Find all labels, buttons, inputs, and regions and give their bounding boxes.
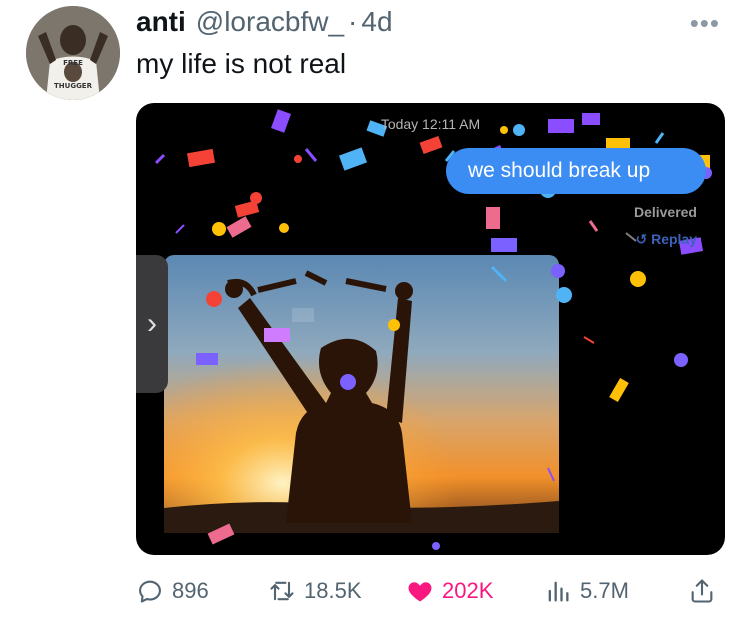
reply-icon <box>139 580 161 603</box>
avatar[interactable]: FREE THUGGER <box>26 6 120 100</box>
separator-dot: · <box>348 6 358 37</box>
timestamp[interactable]: 4d <box>361 6 392 38</box>
reply-button[interactable]: 896 <box>136 571 209 611</box>
display-name[interactable]: anti <box>136 6 186 38</box>
avatar-image: FREE THUGGER <box>26 6 120 100</box>
views-count: 5.7M <box>580 578 629 603</box>
reply-count: 896 <box>172 578 209 603</box>
delivered-status: Delivered <box>633 204 697 220</box>
avatar-shirt-text-bottom: THUGGER <box>54 82 93 90</box>
freedom-photo <box>164 255 559 533</box>
message-timestamp: Today 12:11 AM <box>380 116 481 132</box>
heart-icon <box>408 582 432 602</box>
like-count: 202K <box>442 578 494 603</box>
replay-link: ↺ Replay <box>635 231 697 247</box>
more-dots-icon[interactable]: ••• <box>690 8 720 39</box>
views-chart-icon <box>548 581 569 602</box>
share-icon <box>691 579 713 603</box>
user-handle[interactable]: @loracbfw_ <box>196 6 344 38</box>
share-button[interactable] <box>688 571 724 611</box>
retweet-count: 18.5K <box>304 578 362 603</box>
action-bar: 896 18.5K 202K 5.7M <box>136 571 725 611</box>
views-button[interactable]: 5.7M <box>544 571 629 611</box>
tweet-header: anti @loracbfw_ · 4d ••• <box>136 6 720 40</box>
tweet-media[interactable]: Today 12:11 AM we should break up Delive… <box>136 103 725 555</box>
like-button[interactable]: 202K <box>406 571 493 611</box>
chevron-right-icon: › <box>136 255 168 393</box>
retweet-button[interactable]: 18.5K <box>268 571 362 611</box>
message-bubble: we should break up <box>446 148 706 194</box>
avatar-shirt-text-top: FREE <box>63 59 83 67</box>
tweet-text: my life is not real <box>136 48 347 79</box>
retweet-icon <box>270 581 294 601</box>
